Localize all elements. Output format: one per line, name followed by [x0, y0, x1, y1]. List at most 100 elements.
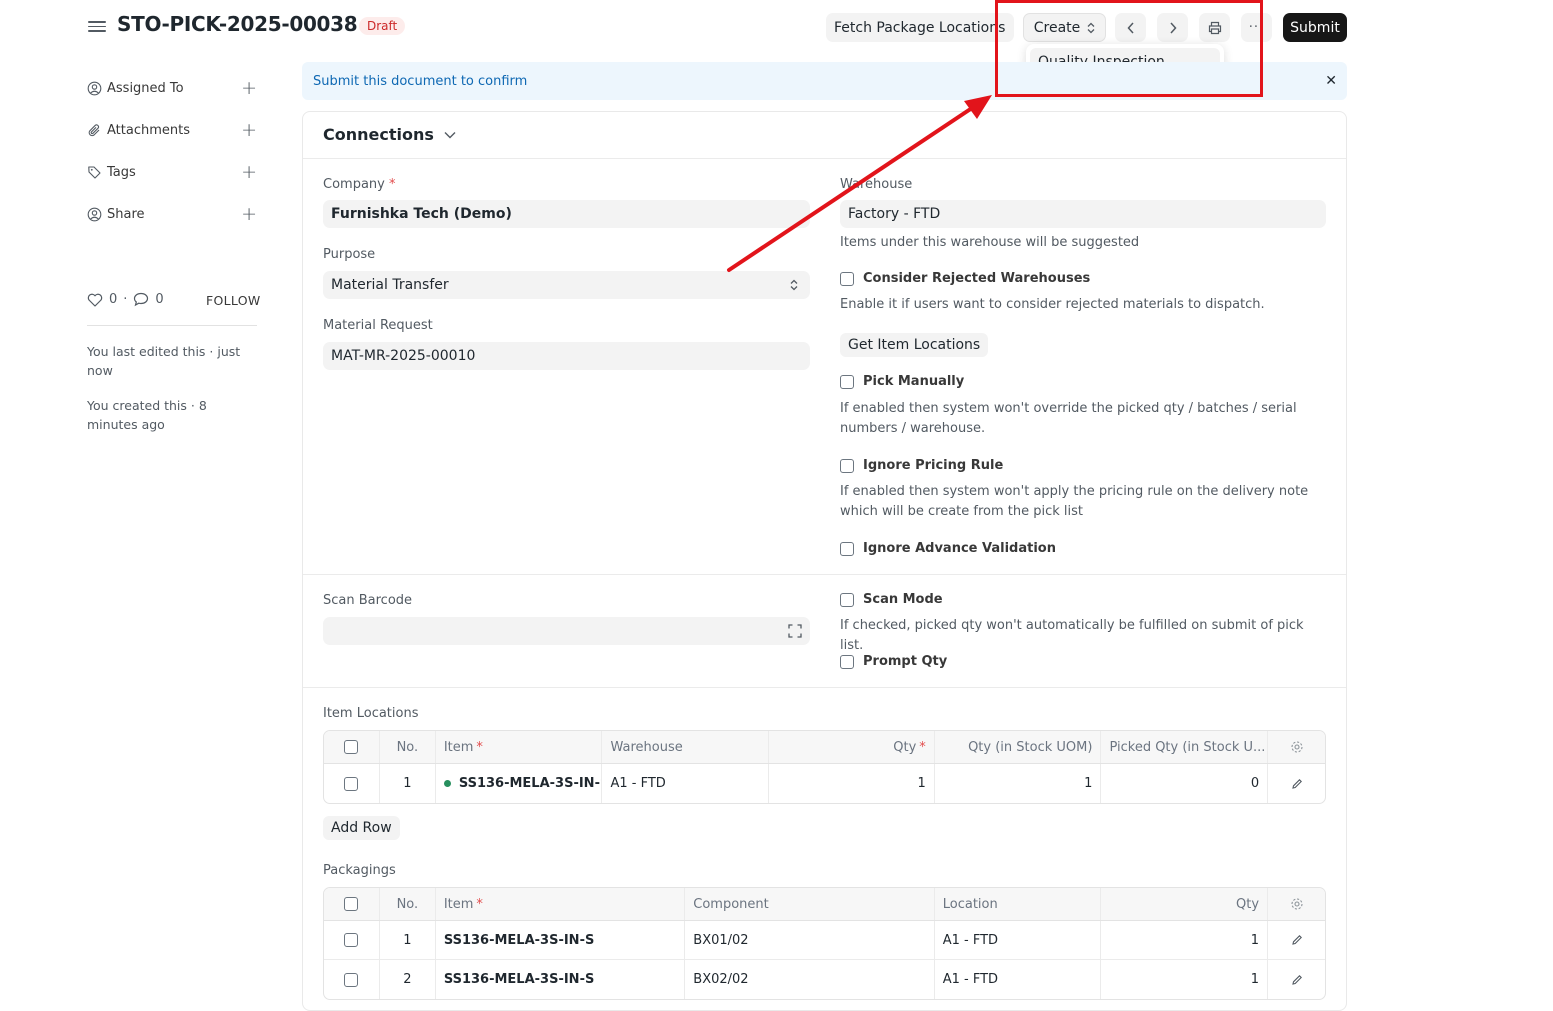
checkbox[interactable] — [840, 271, 854, 286]
connections-section-toggle[interactable]: Connections — [323, 125, 456, 144]
pick-manually-checkbox[interactable]: Pick Manually — [840, 374, 964, 389]
plus-icon[interactable]: + — [241, 120, 257, 140]
chevron-updown-icon — [790, 279, 798, 291]
plus-icon[interactable]: + — [241, 162, 257, 182]
table-row[interactable]: 1 SS136-MELA-3S-IN-S BX01/02 A1 - FTD 1 — [324, 921, 1325, 960]
qty-cell[interactable]: 1 — [769, 764, 935, 803]
pencil-icon[interactable] — [1291, 974, 1303, 986]
table-row[interactable]: 1 SS136-MELA-3S-IN-S A1 - FTD 1 1 0 — [324, 764, 1325, 803]
submit-button[interactable]: Submit — [1283, 13, 1347, 42]
qty-cell[interactable]: 1 — [1101, 921, 1269, 959]
company-label: Company * — [323, 177, 396, 192]
consider-rejected-warehouses-checkbox[interactable]: Consider Rejected Warehouses — [840, 271, 1090, 286]
purpose-select[interactable]: Material Transfer — [323, 271, 810, 299]
column-header: No. — [380, 731, 436, 763]
location-cell[interactable]: A1 - FTD — [935, 960, 1102, 999]
checkbox[interactable] — [840, 654, 854, 669]
tag-icon — [87, 165, 102, 180]
add-row-button[interactable]: Add Row — [323, 816, 400, 840]
column-header: Qty — [1101, 888, 1269, 920]
close-icon[interactable]: ✕ — [1325, 73, 1337, 89]
warehouse-field[interactable]: Factory - FTD — [840, 200, 1326, 228]
select-all-checkbox[interactable] — [344, 740, 359, 754]
pick-manually-help: If enabled then system won't override th… — [840, 401, 1297, 436]
column-header: Qty * — [769, 731, 935, 763]
column-header: Component — [685, 888, 935, 920]
heart-icon[interactable] — [87, 293, 103, 307]
warehouse-help: Items under this warehouse will be sugge… — [840, 235, 1140, 250]
checkbox-label: Scan Mode — [863, 592, 943, 607]
row-checkbox[interactable] — [344, 933, 359, 947]
sidebar-item-assigned-to[interactable]: Assigned To + — [87, 78, 257, 98]
checkbox[interactable] — [840, 592, 854, 607]
packagings-table: No. Item * Component Location Qty 1 SS136… — [323, 887, 1326, 1000]
row-number: 2 — [380, 960, 436, 999]
checkbox[interactable] — [840, 541, 854, 556]
checkbox[interactable] — [840, 374, 854, 389]
item-cell[interactable]: SS136-MELA-3S-IN-S — [436, 764, 603, 803]
material-request-field[interactable]: MAT-MR-2025-00010 — [323, 342, 810, 370]
separator-dot: · — [123, 292, 128, 307]
pencil-icon[interactable] — [1291, 934, 1303, 946]
sidebar-item-share[interactable]: Share + — [87, 204, 257, 224]
component-cell[interactable]: BX01/02 — [685, 921, 935, 959]
row-edit-cell — [1268, 764, 1325, 803]
company-field[interactable]: Furnishka Tech (Demo) — [323, 200, 810, 228]
sidebar-toggle-icon[interactable] — [88, 18, 106, 36]
checkbox[interactable] — [840, 458, 854, 473]
comment-icon[interactable] — [133, 292, 149, 307]
sidebar-item-tags[interactable]: Tags + — [87, 162, 257, 182]
column-header: Warehouse — [602, 731, 770, 763]
ignore-pricing-rule-checkbox[interactable]: Ignore Pricing Rule — [840, 458, 1003, 473]
warehouse-cell[interactable]: A1 - FTD — [602, 764, 770, 803]
consider-rejected-help: Enable it if users want to consider reje… — [840, 297, 1265, 312]
location-cell[interactable]: A1 - FTD — [935, 921, 1102, 959]
stock-qty-cell[interactable]: 1 — [935, 764, 1102, 803]
section-divider — [303, 687, 1346, 688]
row-number: 1 — [380, 764, 436, 803]
table-settings-cell — [1268, 731, 1325, 763]
checkbox-label: Ignore Pricing Rule — [863, 458, 1004, 473]
scan-barcode-field[interactable] — [323, 617, 810, 645]
table-row[interactable]: 2 SS136-MELA-3S-IN-S BX02/02 A1 - FTD 1 — [324, 960, 1325, 999]
select-all-cell — [324, 888, 380, 920]
follow-button[interactable]: FOLLOW — [206, 293, 261, 308]
ignore-advance-validation-checkbox[interactable]: Ignore Advance Validation — [840, 541, 1056, 556]
item-cell[interactable]: SS136-MELA-3S-IN-S — [436, 921, 686, 959]
prompt-qty-checkbox[interactable]: Prompt Qty — [840, 654, 947, 669]
table-header: No. Item * Warehouse Qty * Qty (in Stock U… — [324, 731, 1325, 764]
pencil-icon[interactable] — [1291, 778, 1303, 790]
purpose-label: Purpose — [323, 247, 376, 262]
item-locations-table: No. Item * Warehouse Qty * Qty (in Stock U… — [323, 730, 1326, 804]
column-header: No. — [380, 888, 436, 920]
qty-cell[interactable]: 1 — [1101, 960, 1269, 999]
sidebar-item-attachments[interactable]: Attachments + — [87, 120, 257, 140]
row-checkbox[interactable] — [344, 776, 359, 791]
row-select-cell — [324, 921, 380, 959]
chevron-down-icon — [444, 131, 456, 139]
get-item-locations-button[interactable]: Get Item Locations — [840, 333, 989, 357]
picked-qty-cell[interactable]: 0 — [1101, 764, 1269, 803]
scan-mode-checkbox[interactable]: Scan Mode — [840, 592, 943, 607]
created-note: You created this · 8 minutes ago — [87, 398, 207, 432]
item-cell[interactable]: SS136-MELA-3S-IN-S — [436, 960, 686, 999]
form-card — [302, 111, 1347, 1011]
gear-icon[interactable] — [1290, 897, 1304, 911]
plus-icon[interactable]: + — [241, 78, 257, 98]
select-all-checkbox[interactable] — [344, 897, 359, 911]
column-header: Item * — [436, 731, 603, 763]
row-checkbox[interactable] — [344, 972, 359, 987]
fetch-package-locations-button[interactable]: Fetch Package Locations — [826, 13, 1014, 42]
select-all-cell — [324, 731, 380, 763]
paperclip-icon — [87, 123, 102, 138]
scan-icon[interactable] — [788, 624, 802, 638]
plus-icon[interactable]: + — [241, 204, 257, 224]
status-dot — [443, 780, 451, 787]
highlight-box — [995, 0, 1263, 97]
row-select-cell — [324, 960, 380, 999]
component-cell[interactable]: BX02/02 — [685, 960, 935, 999]
sidebar-divider — [87, 325, 257, 326]
gear-icon[interactable] — [1290, 740, 1304, 754]
checkbox-label: Consider Rejected Warehouses — [863, 271, 1091, 286]
sidebar-item-label: Assigned To — [107, 80, 184, 96]
